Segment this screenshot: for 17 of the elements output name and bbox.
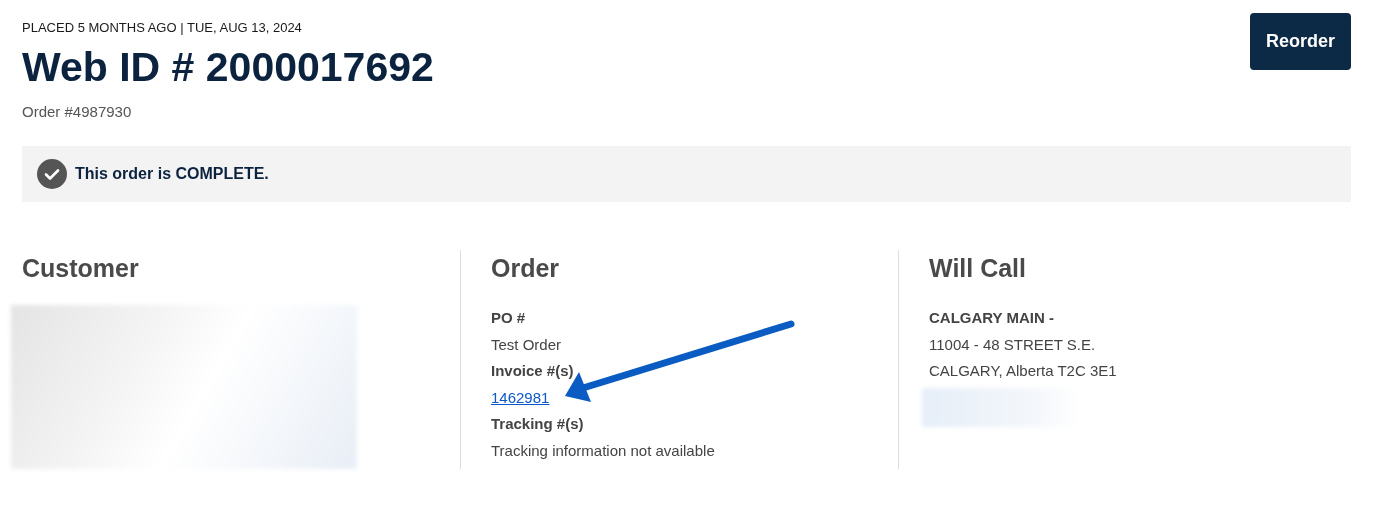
- address-line: 11004 - 48 STREET S.E.: [929, 334, 1097, 355]
- field-label: Tracking #(s): [491, 414, 585, 434]
- order-number: Order #4987930: [22, 103, 133, 120]
- invoice-link[interactable]: 1462981: [491, 388, 550, 406]
- order-title: Web ID # 2000017692: [22, 43, 434, 92]
- section-heading: Customer: [22, 254, 140, 283]
- field-value: Tracking information not available: [491, 441, 715, 459]
- location-name: CALGARY MAIN -: [929, 308, 1055, 328]
- field-label: Invoice #(s): [491, 361, 575, 381]
- field-label: PO #: [491, 308, 527, 328]
- status-message: This order is COMPLETE.: [75, 165, 269, 183]
- reorder-button[interactable]: Reorder: [1249, 13, 1351, 70]
- field-value: Test Order: [491, 335, 562, 353]
- section-heading: Will Call: [929, 254, 1027, 283]
- address-line: CALGARY, Alberta T2C 3E1: [929, 361, 1118, 381]
- section-heading: Order: [491, 254, 561, 283]
- placed-date: PLACED 5 MONTHS AGO | TUE, AUG 13, 2024: [22, 20, 303, 35]
